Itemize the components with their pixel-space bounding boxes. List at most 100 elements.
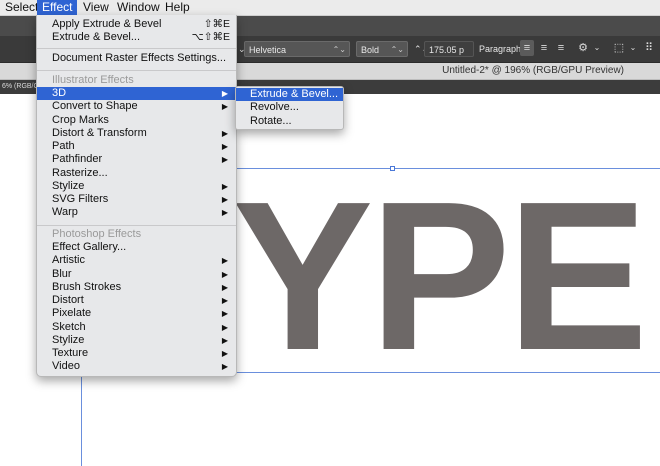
menu-item-label: Path — [52, 140, 75, 152]
menu-item-distort-transform[interactable]: Distort & Transform ▶ — [37, 127, 236, 140]
menu-item-pixelate[interactable]: Pixelate ▶ — [37, 307, 236, 320]
submenu-arrow-icon: ▶ — [221, 181, 228, 191]
submenu-arrow-icon: ▶ — [221, 296, 228, 305]
menu-item-blur[interactable]: Blur ▶ — [37, 268, 236, 281]
font-family-value: Helvetica — [249, 45, 287, 55]
menu-item-pathfinder[interactable]: Pathfinder ▶ — [37, 153, 236, 166]
submenu-arrow-icon: ▶ — [221, 89, 228, 98]
menu-item-label: Extrude & Bevel... — [250, 88, 339, 100]
menu-item-apply-extrude-bevel[interactable]: Apply Extrude & Bevel ⇧⌘E — [37, 18, 236, 31]
menu-item-extrude-bevel[interactable]: Extrude & Bevel... ⌥⇧⌘E — [37, 31, 236, 44]
menu-item-stylize[interactable]: Stylize ▶ — [37, 180, 236, 193]
menu-item-label: Document Raster Effects Settings... — [52, 52, 227, 64]
submenu-arrow-icon: ▶ — [221, 349, 228, 358]
submenu-arrow-icon: ▶ — [221, 256, 228, 266]
menu-item-label: Crop Marks — [52, 113, 109, 126]
menu-section-header: Illustrator Effects — [52, 74, 134, 86]
menu-help[interactable]: Help — [160, 0, 195, 15]
grid-icon[interactable]: ⠿ — [642, 40, 656, 56]
menu-separator — [37, 70, 236, 71]
selection-bottom-edge — [236, 372, 660, 373]
menu-item-rasterize[interactable]: Rasterize... — [37, 167, 236, 180]
menu-item-label: 3D — [52, 87, 67, 99]
font-size-field[interactable]: 175.05 p — [424, 41, 474, 57]
menu-item-label: Artistic — [52, 254, 85, 267]
menu-item-stylize[interactable]: Stylize ▶ — [37, 334, 236, 347]
submenu-arrow-icon: ▶ — [221, 322, 228, 332]
canvas-text[interactable]: YPE — [232, 170, 648, 382]
align-right-icon[interactable]: ≡ — [554, 40, 568, 56]
menu-item-sketch[interactable]: Sketch ▶ — [37, 321, 236, 334]
menu-item-convert-to-shape[interactable]: Convert to Shape ▶ — [37, 100, 236, 113]
menu-item-label: Pixelate — [52, 307, 92, 320]
menu-item-label: Rasterize... — [52, 166, 108, 179]
menu-item-warp[interactable]: Warp ▶ — [37, 206, 236, 219]
paragraph-label[interactable]: Paragraph: — [479, 41, 524, 57]
shortcut-label: ⌥⇧⌘E — [191, 31, 230, 43]
submenu-arrow-icon: ▶ — [221, 208, 228, 218]
chevron-down-icon: ⌃⌄ — [390, 45, 404, 54]
submenu-arrow-icon: ▶ — [221, 155, 228, 165]
submenu-arrow-icon: ▶ — [221, 269, 228, 279]
chevron-down-icon: ⌃⌄ — [332, 45, 346, 54]
menu-item-effect-gallery[interactable]: Effect Gallery... — [37, 241, 236, 254]
shortcut-label: ⇧⌘E — [203, 18, 230, 30]
menu-item-label: Effect Gallery... — [52, 241, 127, 253]
selection-anchor-handle[interactable] — [390, 166, 395, 171]
menu-item-path[interactable]: Path ▶ — [37, 140, 236, 153]
menu-window[interactable]: Window — [112, 0, 165, 15]
menu-item-label: Stylize — [52, 333, 85, 346]
menu-section-illustrator-effects: Illustrator Effects — [37, 74, 236, 87]
menu-item-label: Warp — [52, 206, 78, 219]
selection-top-edge — [236, 168, 660, 169]
menu-item-label: SVG Filters — [52, 193, 109, 205]
menu-item-label: Blur — [52, 267, 72, 280]
align-center-icon[interactable]: ≡ — [537, 40, 551, 56]
menu-item-label: Convert to Shape — [52, 100, 138, 113]
menu-item-video[interactable]: Video ▶ — [37, 360, 236, 373]
align-left-icon[interactable]: ≡ — [520, 40, 534, 56]
font-size-value: 175.05 p — [429, 45, 465, 55]
menu-item-label: Video — [52, 360, 80, 373]
menu-bar: Select Effect View Window Help — [0, 0, 660, 16]
submenu-arrow-icon: ▶ — [221, 309, 228, 319]
menu-item-revolve[interactable]: Revolve... — [236, 101, 343, 114]
menu-item-artistic[interactable]: Artistic ▶ — [37, 254, 236, 267]
submenu-arrow-icon: ▶ — [221, 142, 228, 151]
menu-section-header: Photoshop Effects — [52, 228, 142, 240]
menu-item-brush-strokes[interactable]: Brush Strokes ▶ — [37, 281, 236, 294]
submenu-arrow-icon: ▶ — [221, 128, 228, 138]
transform-icon[interactable]: ⬚ — [612, 40, 626, 56]
menu-section-photoshop-effects: Photoshop Effects — [37, 228, 236, 241]
menu-item-label: Extrude & Bevel... — [52, 31, 141, 43]
menu-item-label: Brush Strokes — [52, 280, 122, 293]
menu-item-label: Texture — [52, 347, 89, 359]
menu-view[interactable]: View — [78, 0, 114, 15]
menu-item-label: Rotate... — [250, 114, 292, 127]
submenu-arrow-icon: ▶ — [221, 195, 228, 204]
menu-item-crop-marks[interactable]: Crop Marks — [37, 114, 236, 127]
submenu-arrow-icon: ▶ — [221, 282, 228, 292]
font-style-select[interactable]: Bold ⌃⌄ — [356, 41, 408, 57]
menu-item-rotate[interactable]: Rotate... — [236, 115, 343, 128]
font-style-value: Bold — [361, 45, 380, 55]
menu-item-extrude-bevel[interactable]: Extrude & Bevel... — [236, 88, 343, 101]
recolor-icon[interactable]: ⚙ — [576, 40, 590, 56]
chevron-down-icon[interactable]: ⌄ — [590, 40, 604, 56]
menu-item-label: Pathfinder — [52, 153, 103, 166]
document-title: Untitled-2* @ 196% (RGB/GPU Preview) — [442, 65, 624, 76]
effect-menu: Apply Extrude & Bevel ⇧⌘E Extrude & Beve… — [36, 15, 237, 377]
menu-item-3d[interactable]: 3D ▶ — [37, 87, 236, 100]
menu-item-svg-filters[interactable]: SVG Filters ▶ — [37, 193, 236, 206]
menu-effect[interactable]: Effect — [37, 0, 78, 15]
submenu-arrow-icon: ▶ — [221, 362, 228, 372]
chevron-down-icon[interactable]: ⌄ — [626, 40, 640, 56]
submenu-arrow-icon: ▶ — [221, 102, 228, 112]
menu-item-label: Distort & Transform — [52, 126, 147, 139]
menu-item-label: Sketch — [52, 320, 86, 333]
submenu-arrow-icon: ▶ — [221, 335, 228, 345]
menu-item-distort[interactable]: Distort ▶ — [37, 294, 236, 307]
menu-item-document-raster-effects[interactable]: Document Raster Effects Settings... — [37, 52, 236, 65]
font-family-select[interactable]: Helvetica ⌃⌄ — [244, 41, 350, 57]
menu-item-texture[interactable]: Texture ▶ — [37, 347, 236, 360]
